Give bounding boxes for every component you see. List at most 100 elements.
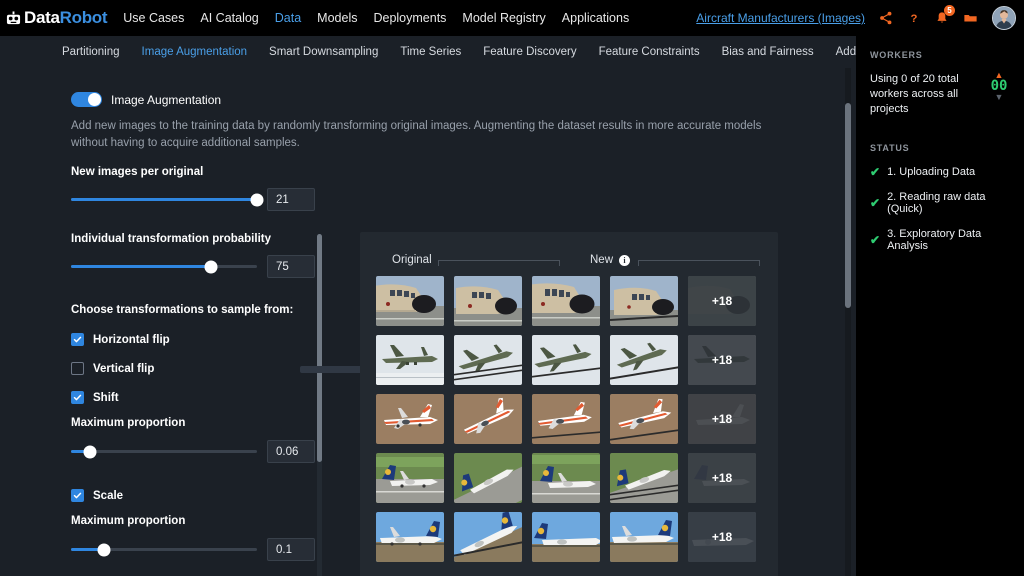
page-scrollbar[interactable] — [845, 68, 851, 576]
question-mark-icon[interactable]: ? — [907, 11, 921, 25]
folder-icon[interactable] — [963, 11, 978, 25]
preview-panel-header: Original New i — [360, 232, 778, 276]
preview-header-original: Original — [392, 254, 432, 266]
info-icon[interactable]: i — [619, 255, 630, 266]
preview-augmented-image[interactable] — [454, 394, 522, 444]
preview-original-image[interactable] — [376, 394, 444, 444]
preview-augmented-image[interactable] — [454, 453, 522, 503]
scale-slider[interactable] — [71, 548, 257, 551]
status-label: 1. Uploading Data — [887, 166, 975, 178]
image-augmentation-toggle[interactable] — [71, 92, 102, 107]
preview-augmented-image[interactable] — [532, 453, 600, 503]
checkbox-horizontal-flip[interactable] — [71, 333, 84, 346]
probability-value[interactable]: 75 — [267, 255, 315, 278]
settings-tabbar: Partitioning Image Augmentation Smart Do… — [0, 36, 856, 68]
tab-feature-discovery[interactable]: Feature Discovery — [483, 46, 576, 58]
status-item-uploading-data: ✔ 1. Uploading Data — [870, 166, 1010, 178]
preview-augmented-image[interactable] — [532, 335, 600, 385]
nav-link-applications[interactable]: Applications — [562, 11, 629, 25]
augmentation-settings-panel: New images per original 21 Individual tr… — [71, 166, 315, 556]
logo-text-robot: Robot — [60, 8, 108, 27]
check-icon: ✔ — [870, 234, 880, 246]
share-icon[interactable] — [879, 11, 893, 25]
tab-time-series[interactable]: Time Series — [400, 46, 461, 58]
preview-more-tile[interactable]: +18 — [688, 453, 756, 503]
tab-smart-downsampling[interactable]: Smart Downsampling — [269, 46, 378, 58]
project-name-link[interactable]: Aircraft Manufacturers (Images) — [696, 11, 865, 25]
nav-link-model-registry[interactable]: Model Registry — [462, 11, 545, 25]
status-label: 3. Exploratory Data Analysis — [887, 228, 1010, 252]
tab-image-augmentation[interactable]: Image Augmentation — [142, 46, 248, 58]
bell-icon[interactable]: 5 — [935, 11, 949, 25]
preview-augmented-image[interactable] — [532, 394, 600, 444]
toggle-knob — [88, 93, 101, 106]
preview-augmented-image[interactable] — [454, 335, 522, 385]
checkbox-row-vertical-flip[interactable]: Vertical flip — [71, 362, 315, 375]
preview-row-airliner-in-flight: +18 — [376, 335, 756, 385]
logo-text-data: Data — [24, 8, 60, 27]
user-avatar[interactable] — [992, 6, 1016, 30]
new-images-slider[interactable] — [71, 198, 257, 201]
notification-badge: 5 — [944, 5, 955, 16]
preview-more-tile[interactable]: +18 — [688, 335, 756, 385]
preview-augmented-image[interactable] — [610, 453, 678, 503]
checkbox-scale[interactable] — [71, 489, 84, 502]
shift-value[interactable]: 0.06 — [267, 440, 315, 463]
preview-augmented-image[interactable] — [610, 512, 678, 562]
settings-scrollbar[interactable] — [317, 234, 322, 576]
datarobot-logo[interactable]: DataRobot — [6, 8, 107, 28]
preview-original-image[interactable] — [376, 276, 444, 326]
settings-scrollbar-thumb[interactable] — [317, 234, 322, 462]
probability-slider[interactable] — [71, 265, 257, 268]
preview-image-grid: +18 — [376, 276, 756, 571]
worker-count-stepper[interactable]: ▲ 00 ▼ — [988, 72, 1010, 101]
nav-link-deployments[interactable]: Deployments — [373, 11, 446, 25]
nav-link-use-cases[interactable]: Use Cases — [123, 11, 184, 25]
nav-link-ai-catalog[interactable]: AI Catalog — [200, 11, 258, 25]
new-images-value[interactable]: 21 — [267, 188, 315, 211]
preview-augmented-image[interactable] — [532, 276, 600, 326]
new-images-label: New images per original — [71, 166, 315, 178]
shift-slider-thumb[interactable] — [83, 445, 96, 458]
preview-original-image[interactable] — [376, 335, 444, 385]
checkbox-vertical-flip[interactable] — [71, 362, 84, 375]
preview-original-image[interactable] — [376, 512, 444, 562]
preview-row-turboprop-on-runway: +18 — [376, 453, 756, 503]
tab-feature-constraints[interactable]: Feature Constraints — [599, 46, 700, 58]
status-item-exploratory-data-analysis: ✔ 3. Exploratory Data Analysis — [870, 228, 1010, 252]
tab-partitioning[interactable]: Partitioning — [62, 46, 120, 58]
preview-augmented-image[interactable] — [610, 276, 678, 326]
checkbox-row-scale[interactable]: Scale — [71, 489, 315, 502]
status-item-reading-raw-data: ✔ 2. Reading raw data (Quick) — [870, 191, 1010, 215]
checkbox-row-shift[interactable]: Shift — [71, 391, 315, 404]
preview-more-tile[interactable]: +18 — [688, 512, 756, 562]
tab-bias-and-fairness[interactable]: Bias and Fairness — [722, 46, 814, 58]
new-images-slider-thumb[interactable] — [251, 193, 264, 206]
more-count-label: +18 — [688, 453, 756, 503]
panel-splitter-handle[interactable] — [300, 366, 362, 373]
preview-augmented-image[interactable] — [454, 512, 522, 562]
page-scrollbar-thumb[interactable] — [845, 103, 851, 308]
checkbox-row-horizontal-flip[interactable]: Horizontal flip — [71, 333, 315, 346]
scale-value[interactable]: 0.1 — [267, 538, 315, 561]
preview-augmented-image[interactable] — [454, 276, 522, 326]
checkbox-shift[interactable] — [71, 391, 84, 404]
transformations-title: Choose transformations to sample from: — [71, 304, 315, 316]
augmentation-description: Add new images to the training data by r… — [71, 118, 781, 152]
probability-slider-thumb[interactable] — [204, 260, 217, 273]
preview-more-tile[interactable]: +18 — [688, 276, 756, 326]
preview-original-image[interactable] — [376, 453, 444, 503]
preview-augmented-image[interactable] — [610, 335, 678, 385]
preview-augmented-image[interactable] — [610, 394, 678, 444]
shift-slider[interactable] — [71, 450, 257, 453]
preview-augmented-image[interactable] — [532, 512, 600, 562]
setting-new-images-per-original: New images per original 21 — [71, 166, 315, 211]
status-label: 2. Reading raw data (Quick) — [887, 191, 1010, 215]
workers-row: Using 0 of 20 total workers across all p… — [870, 72, 1010, 117]
nav-link-data[interactable]: Data — [275, 11, 301, 25]
chevron-down-icon[interactable]: ▼ — [995, 94, 1004, 101]
nav-link-models[interactable]: Models — [317, 11, 357, 25]
more-count-label: +18 — [688, 335, 756, 385]
preview-more-tile[interactable]: +18 — [688, 394, 756, 444]
scale-slider-thumb[interactable] — [98, 543, 111, 556]
